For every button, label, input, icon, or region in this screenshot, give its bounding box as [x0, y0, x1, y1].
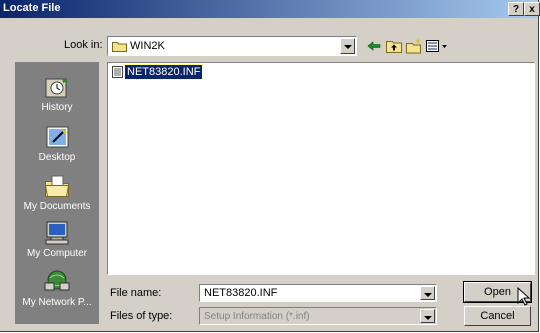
places-item-network-places[interactable]: My Network P... — [15, 269, 99, 308]
file-name-value: NET83820.INF — [204, 287, 278, 299]
file-list[interactable]: NET83820.INF — [107, 62, 535, 275]
look-in-dropdown[interactable]: WIN2K — [107, 36, 357, 56]
title-bar[interactable]: Locate File ? x — [0, 0, 540, 18]
file-type-value: Setup Information (*.inf) — [204, 311, 310, 322]
file-name-field[interactable]: NET83820.INF — [199, 284, 437, 302]
view-menu-icon[interactable] — [425, 37, 449, 55]
places-label: My Computer — [26, 248, 87, 259]
up-folder-icon[interactable] — [385, 37, 403, 55]
places-item-my-documents[interactable]: My Documents — [15, 173, 99, 212]
back-arrow-icon[interactable] — [365, 37, 383, 55]
places-item-desktop[interactable]: Desktop — [15, 124, 99, 163]
my-computer-icon — [45, 221, 69, 245]
chevron-down-icon[interactable] — [420, 309, 435, 323]
desktop-icon — [46, 126, 69, 148]
folder-icon — [112, 42, 127, 52]
file-name: NET83820.INF — [123, 64, 204, 80]
locate-file-dialog: Locate File ? x Look in: WIN2K History D… — [0, 0, 540, 332]
look-in-value: WIN2K — [130, 40, 165, 52]
mouse-pointer-icon — [517, 287, 531, 306]
chevron-down-icon[interactable] — [340, 38, 355, 54]
places-item-history[interactable]: History — [15, 74, 99, 113]
history-icon — [45, 77, 68, 98]
new-folder-icon[interactable] — [405, 37, 423, 55]
file-type-label: Files of type: — [110, 310, 173, 322]
file-name-label: File name: — [110, 287, 162, 299]
window-title: Locate File — [3, 2, 61, 14]
cancel-button[interactable]: Cancel — [464, 306, 531, 326]
inf-file-icon — [112, 66, 123, 78]
look-in-label: Look in: — [64, 39, 103, 51]
places-item-my-computer[interactable]: My Computer — [15, 220, 99, 259]
places-label: History — [41, 102, 73, 113]
places-label: Desktop — [38, 152, 76, 163]
places-label: My Documents — [23, 201, 91, 212]
network-places-icon — [44, 270, 70, 291]
my-documents-icon — [44, 175, 70, 197]
places-label: My Network P... — [22, 297, 92, 308]
file-type-dropdown[interactable]: Setup Information (*.inf) — [199, 307, 437, 325]
chevron-down-icon[interactable] — [420, 286, 435, 300]
help-button[interactable]: ? — [508, 2, 524, 16]
places-bar: History Desktop My Documents My Computer… — [15, 62, 99, 324]
close-button[interactable]: x — [524, 2, 540, 16]
